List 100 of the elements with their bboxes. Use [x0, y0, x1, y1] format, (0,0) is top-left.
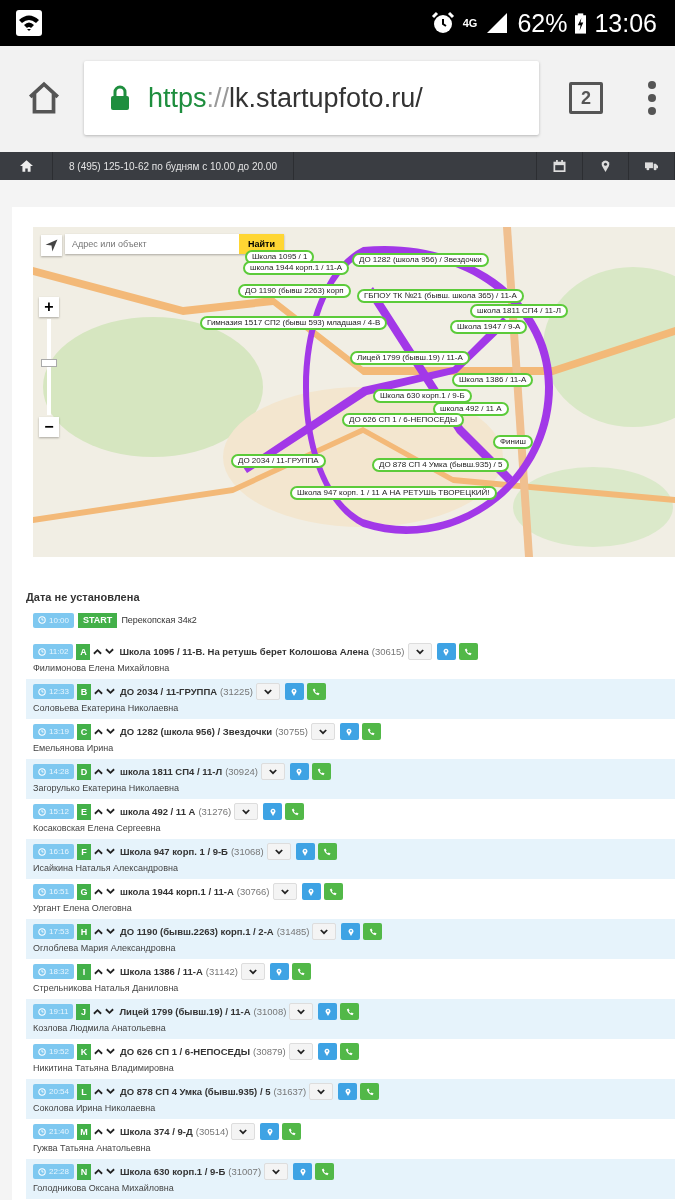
map-pin-button[interactable]	[338, 1083, 358, 1100]
map-marker[interactable]: Лицей 1799 (бывш.19) / 11-А	[350, 351, 470, 365]
chevron-up-icon[interactable]	[94, 768, 104, 775]
map-marker[interactable]: школа 1944 корп.1 / 11-А	[243, 261, 350, 275]
location-pin-icon	[268, 807, 277, 816]
chevron-down-icon[interactable]	[106, 1128, 116, 1135]
stop-code: (31637)	[273, 1086, 307, 1097]
caret-icon	[320, 927, 329, 936]
map-pin-button[interactable]	[317, 1043, 337, 1060]
map-pin-button[interactable]	[301, 883, 321, 900]
map-marker[interactable]: Гимназия 1517 СП2 (бывш 593) младшая / 4-В	[200, 316, 388, 330]
time-text: 16:51	[49, 887, 70, 896]
chevron-down-icon[interactable]	[106, 808, 116, 815]
chevron-up-icon[interactable]	[94, 928, 104, 935]
chevron-up-icon[interactable]	[93, 648, 103, 655]
map-marker[interactable]: ДО 626 СП 1 / 6-НЕПОСЕДЫ	[342, 413, 465, 427]
map-pin-button[interactable]	[436, 643, 456, 660]
time-text: 19:11	[49, 1007, 69, 1016]
location-pin-icon	[346, 927, 355, 936]
chevron-up-icon[interactable]	[94, 848, 104, 855]
truck-icon[interactable]	[645, 160, 658, 172]
dropdown-button[interactable]	[264, 1163, 289, 1180]
map-marker[interactable]: Финиш	[493, 435, 533, 449]
time-text: 11:02	[49, 647, 69, 656]
chevron-down-icon[interactable]	[106, 848, 116, 855]
dropdown-button[interactable]	[234, 803, 259, 820]
map-marker[interactable]: ГБПОУ ТК №21 (бывш. школа 365) / 11-А	[357, 289, 524, 303]
dropdown-button[interactable]	[231, 1123, 256, 1140]
stop-code: (30766)	[236, 886, 270, 897]
chevron-down-icon[interactable]	[106, 728, 116, 735]
home-icon[interactable]	[19, 160, 33, 172]
address-bar[interactable]: https://lk.startupfoto.ru/	[84, 61, 539, 135]
dropdown-button[interactable]	[288, 1043, 313, 1060]
chevron-down-icon[interactable]	[106, 1088, 116, 1095]
calendar-icon[interactable]	[553, 160, 566, 172]
chevron-down-icon[interactable]	[106, 1048, 116, 1055]
dropdown-button[interactable]	[407, 643, 432, 660]
dropdown-button[interactable]	[309, 1083, 334, 1100]
chevron-up-icon[interactable]	[94, 808, 104, 815]
time-text: 13:19	[49, 727, 70, 736]
contact-name: Соловьева Екатерина Николаевна	[33, 703, 180, 713]
map-marker[interactable]: ДО 1190 (бывш 2263) корп	[238, 284, 351, 298]
chevron-up-icon[interactable]	[94, 728, 104, 735]
map-pin-button[interactable]	[318, 1003, 338, 1020]
map-marker[interactable]: школа 1811 СП4 / 11-Л	[470, 304, 568, 318]
dropdown-button[interactable]	[255, 683, 280, 700]
map-marker[interactable]: школа 492 / 11 А	[433, 402, 509, 416]
address-search-field[interactable]: Адрес или объект	[65, 234, 239, 254]
dropdown-button[interactable]	[272, 883, 297, 900]
dropdown-button[interactable]	[260, 763, 285, 780]
dropdown-button[interactable]	[312, 923, 337, 940]
chevron-down-icon[interactable]	[106, 768, 116, 775]
dropdown-button[interactable]	[266, 843, 291, 860]
chevron-down-icon[interactable]	[106, 1168, 116, 1175]
chevron-down-icon[interactable]	[106, 888, 116, 895]
map-marker[interactable]: ДО 2034 / 11-ГРУППА	[231, 454, 326, 468]
phone-icon	[345, 1047, 354, 1056]
chevron-up-icon[interactable]	[94, 1168, 104, 1175]
chevron-down-icon[interactable]	[105, 1008, 115, 1015]
menu-icon[interactable]	[647, 81, 657, 115]
map-marker[interactable]: ДО 878 СП 4 Умка (бывш.935) / 5	[372, 458, 510, 472]
map-pin-button[interactable]	[263, 803, 283, 820]
chevron-down-icon[interactable]	[106, 968, 116, 975]
map-pin-button[interactable]	[284, 683, 304, 700]
chevron-up-icon[interactable]	[94, 1128, 104, 1135]
map-pin-button[interactable]	[339, 723, 359, 740]
map-marker[interactable]: Школа 1386 / 11-А	[452, 373, 534, 387]
map-pin-button[interactable]	[293, 1163, 313, 1180]
map-marker[interactable]: Школа 630 корп.1 / 9-Б	[373, 389, 472, 403]
zoom-out-button[interactable]: −	[39, 417, 59, 437]
map-pin-button[interactable]	[289, 763, 309, 780]
chevron-up-icon[interactable]	[93, 1008, 103, 1015]
map-marker[interactable]: Школа 1947 / 9-А	[450, 320, 528, 334]
location-pin-icon	[295, 767, 304, 776]
locate-icon[interactable]	[41, 235, 62, 256]
chevron-down-icon[interactable]	[105, 648, 115, 655]
zoom-in-button[interactable]: +	[39, 297, 59, 317]
map-pin-button[interactable]	[269, 963, 289, 980]
location-pin-icon[interactable]	[599, 160, 612, 172]
chevron-up-icon[interactable]	[94, 968, 104, 975]
tab-count-button[interactable]: 2	[569, 82, 603, 114]
dropdown-button[interactable]	[289, 1003, 314, 1020]
chevron-down-icon[interactable]	[106, 928, 116, 935]
chevron-up-icon[interactable]	[94, 1088, 104, 1095]
map-pin-button[interactable]	[295, 843, 315, 860]
map-pin-button[interactable]	[260, 1123, 280, 1140]
map-pin-button[interactable]	[341, 923, 361, 940]
contact-name: Стрельникова Наталья Даниловна	[33, 983, 180, 993]
chevron-up-icon[interactable]	[94, 1048, 104, 1055]
map-marker[interactable]: ДО 1282 (школа 956) / Звездочки	[352, 253, 489, 267]
zoom-slider-thumb[interactable]	[41, 358, 57, 367]
chevron-up-icon[interactable]	[94, 888, 104, 895]
map-marker[interactable]: Школа 947 корп. 1 / 11 А НА РЕТУШЬ ТВОРЕЦКИЙ!	[290, 486, 497, 500]
home-icon[interactable]	[26, 80, 62, 116]
chevron-down-icon[interactable]	[106, 688, 116, 695]
caret-icon	[268, 767, 277, 776]
dropdown-button[interactable]	[310, 723, 335, 740]
dropdown-button[interactable]	[240, 963, 265, 980]
phone-icon	[365, 1087, 374, 1096]
chevron-up-icon[interactable]	[94, 688, 104, 695]
